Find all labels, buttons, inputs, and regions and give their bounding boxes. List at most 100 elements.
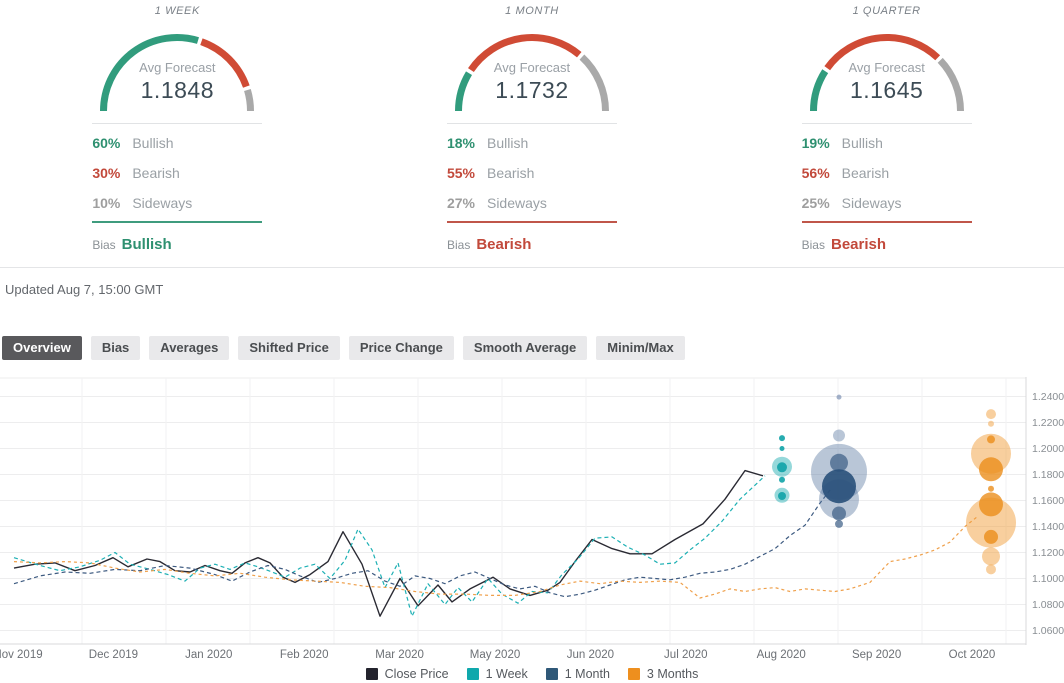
forecast-bubble-1-month	[822, 469, 856, 503]
legend-item-1-month[interactable]: 1 Month	[546, 667, 610, 681]
forecast-bubble-3-months	[982, 547, 1000, 565]
card-title: 1 QUARTER	[853, 5, 921, 19]
tab-overview[interactable]: Overview	[2, 336, 82, 360]
tab-minim-max[interactable]: Minim/Max	[596, 336, 684, 360]
forecast-bubble-1-week	[777, 462, 787, 472]
bias-label: Bias	[92, 238, 115, 252]
sentiment-row-bearish: 30%Bearish	[92, 158, 262, 188]
bias-underline	[92, 221, 262, 223]
sentiment-row-bullish: 18%Bullish	[447, 128, 617, 158]
y-tick-label: 1.0800	[1032, 599, 1064, 611]
sentiment-gauge: Avg Forecast 1.1645	[802, 24, 972, 116]
bias-label: Bias	[802, 238, 825, 252]
sentiment-label: Bearish	[487, 165, 534, 181]
avg-forecast-value: 1.1848	[92, 77, 262, 104]
tab-smooth-average[interactable]: Smooth Average	[463, 336, 587, 360]
forecast-bubble-1-week	[779, 477, 785, 483]
x-tick-label: Jun 2020	[567, 649, 614, 661]
forecast-card-1-month: 1 MONTH Avg Forecast 1.1732 18%Bullish55…	[355, 0, 710, 267]
sentiment-label: Bearish	[842, 165, 889, 181]
sentiment-pct: 10%	[92, 195, 132, 211]
forecast-bubble-3-months	[988, 421, 994, 427]
sentiment-row-bearish: 55%Bearish	[447, 158, 617, 188]
forecast-bubble-3-months	[984, 530, 998, 544]
chart-canvas[interactable]: 1.24001.22001.20001.18001.16001.14001.12…	[0, 377, 1064, 645]
updated-timestamp: Updated Aug 7, 15:00 GMT	[0, 268, 1064, 298]
chart-tabs: Overview Bias Averages Shifted Price Price C…	[2, 336, 1064, 360]
x-tick-label: Nov 2019	[0, 649, 43, 661]
forecast-bubble-1-week	[779, 435, 785, 441]
bias-row: BiasBearish	[447, 236, 617, 254]
forecast-summary-section: 1 WEEK Avg Forecast 1.1848 60%Bullish30%…	[0, 0, 1064, 268]
forecast-card-1-quarter: 1 QUARTER Avg Forecast 1.1645 19%Bullish…	[709, 0, 1064, 267]
avg-forecast-label: Avg Forecast	[92, 60, 262, 75]
legend-item-close-price[interactable]: Close Price	[366, 667, 449, 681]
sentiment-row-bullish: 60%Bullish	[92, 128, 262, 158]
series-3-months	[14, 516, 978, 598]
tab-averages[interactable]: Averages	[149, 336, 229, 360]
sentiment-label: Sideways	[842, 195, 902, 211]
sentiment-pct: 27%	[447, 195, 487, 211]
sentiment-pct: 55%	[447, 165, 487, 181]
x-tick-label: Oct 2020	[949, 649, 996, 661]
legend-item-3-months[interactable]: 3 Months	[628, 667, 698, 681]
x-axis-labels: Nov 2019Dec 2019Jan 2020Feb 2020Mar 2020…	[0, 645, 1064, 665]
bias-underline	[802, 221, 972, 223]
avg-forecast-value: 1.1732	[447, 77, 617, 104]
tab-shifted-price[interactable]: Shifted Price	[238, 336, 339, 360]
legend-swatch-icon	[467, 668, 479, 680]
sentiment-rows: 60%Bullish30%Bearish10%Sideways	[92, 124, 262, 218]
legend-label: Close Price	[385, 667, 449, 681]
card-title: 1 MONTH	[505, 5, 559, 19]
sentiment-row-sideways: 25%Sideways	[802, 188, 972, 218]
sentiment-label: Bearish	[132, 165, 179, 181]
sentiment-pct: 56%	[802, 165, 842, 181]
sentiment-row-sideways: 27%Sideways	[447, 188, 617, 218]
sentiment-rows: 18%Bullish55%Bearish27%Sideways	[447, 124, 617, 218]
sentiment-pct: 30%	[92, 165, 132, 181]
forecast-bubble-1-month	[832, 507, 846, 521]
x-tick-label: Feb 2020	[280, 649, 329, 661]
forecast-bubble-1-month	[837, 395, 842, 400]
x-tick-label: Jul 2020	[664, 649, 707, 661]
sentiment-label: Sideways	[487, 195, 547, 211]
y-tick-label: 1.2000	[1032, 443, 1064, 455]
card-title: 1 WEEK	[155, 5, 200, 19]
y-tick-label: 1.1000	[1032, 573, 1064, 585]
legend-item-1-week[interactable]: 1 Week	[467, 667, 528, 681]
x-tick-label: Dec 2019	[89, 649, 138, 661]
forecast-bubble-3-months	[986, 564, 996, 574]
y-tick-label: 1.1200	[1032, 547, 1064, 559]
sentiment-pct: 25%	[802, 195, 842, 211]
sentiment-label: Bullish	[132, 135, 173, 151]
sentiment-label: Sideways	[132, 195, 192, 211]
sentiment-gauge: Avg Forecast 1.1732	[447, 24, 617, 116]
legend-label: 3 Months	[647, 667, 698, 681]
sentiment-label: Bullish	[842, 135, 883, 151]
forecast-bubble-1-month	[835, 520, 843, 528]
legend-label: 1 Week	[486, 667, 528, 681]
y-tick-label: 1.0600	[1032, 625, 1064, 637]
sentiment-row-sideways: 10%Sideways	[92, 188, 262, 218]
forecast-bubble-1-week	[780, 446, 785, 451]
forecast-chart[interactable]: 1.24001.22001.20001.18001.16001.14001.12…	[0, 377, 1064, 645]
x-tick-label: Aug 2020	[757, 649, 806, 661]
sentiment-label: Bullish	[487, 135, 528, 151]
forecast-bubble-3-months	[979, 492, 1003, 516]
bias-value: Bullish	[122, 236, 172, 253]
tab-price-change[interactable]: Price Change	[349, 336, 454, 360]
legend-swatch-icon	[546, 668, 558, 680]
series-1-week	[14, 476, 765, 616]
x-tick-label: Sep 2020	[852, 649, 901, 661]
x-tick-label: Mar 2020	[375, 649, 424, 661]
bias-row: Bias Bullish	[92, 236, 262, 254]
legend-swatch-icon	[628, 668, 640, 680]
forecast-bubble-3-months	[988, 486, 994, 492]
tab-bias[interactable]: Bias	[91, 336, 140, 360]
forecast-bubble-1-week	[778, 492, 786, 500]
sentiment-row-bearish: 56%Bearish	[802, 158, 972, 188]
sentiment-pct: 18%	[447, 135, 487, 151]
chart-legend: Close Price 1 Week 1 Month 3 Months	[0, 665, 1064, 683]
forecast-bubble-3-months	[986, 409, 996, 419]
sentiment-row-bullish: 19%Bullish	[802, 128, 972, 158]
